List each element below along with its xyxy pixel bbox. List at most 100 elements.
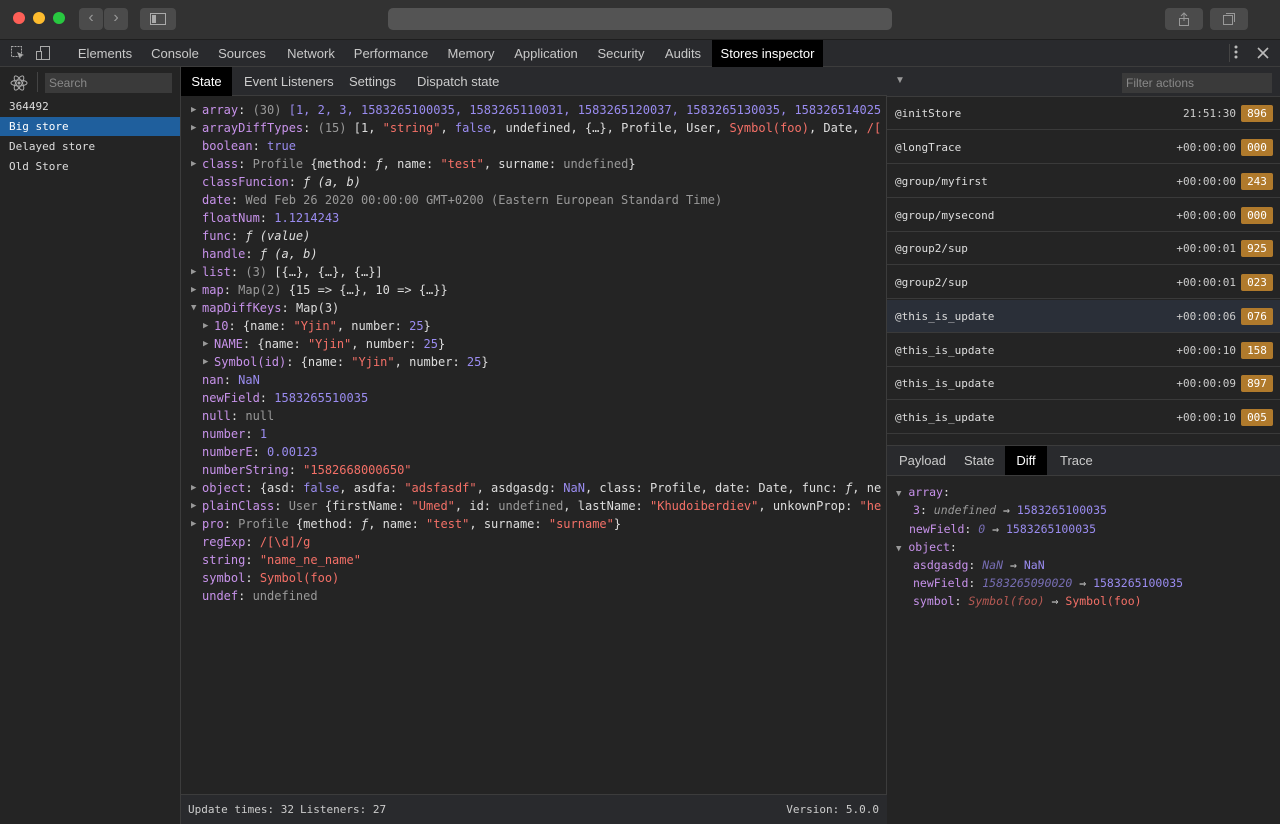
state-panel: State Event Listeners Settings Dispatch … bbox=[181, 67, 887, 824]
tree-row-regexp: regExp: /[\d]/g bbox=[202, 535, 311, 549]
tree-row-mapkey-name[interactable]: ▶ NAME: {name: "Yjin", number: 25} bbox=[203, 335, 445, 353]
tab-dispatch-state[interactable]: Dispatch state bbox=[417, 67, 499, 96]
expand-arrow-icon[interactable]: ▶ bbox=[191, 263, 199, 281]
filter-actions-input[interactable]: Filter actions bbox=[1122, 73, 1272, 93]
devtools-tab-memory[interactable]: Memory bbox=[438, 40, 504, 67]
store-item-big-store[interactable]: Big store bbox=[0, 117, 180, 136]
expand-arrow-icon[interactable]: ▶ bbox=[191, 119, 199, 137]
diff-row-object[interactable]: ▼ object: bbox=[896, 538, 957, 556]
tree-row-mapkey-10[interactable]: ▶ 10: {name: "Yjin", number: 25} bbox=[203, 317, 431, 335]
store-sidebar: Search 364492 Big store Delayed store Ol… bbox=[0, 67, 181, 824]
tree-row-plainclass[interactable]: ▶ plainClass: User {firstName: "Umed", i… bbox=[191, 497, 881, 515]
inspect-element-icon[interactable] bbox=[10, 45, 26, 64]
tree-row-arraydifftypes[interactable]: ▶ arrayDiffTypes: (15) [1, "string", fal… bbox=[191, 119, 881, 137]
devtools-tab-security[interactable]: Security bbox=[590, 40, 652, 67]
tree-row-null: null: null bbox=[202, 409, 275, 423]
tab-action-state[interactable]: State bbox=[964, 446, 994, 475]
tree-row-undef: undef: undefined bbox=[202, 589, 318, 603]
expand-arrow-icon[interactable]: ▶ bbox=[191, 479, 199, 497]
sidebar-toggle-icon[interactable] bbox=[140, 8, 176, 30]
devtools-tab-performance[interactable]: Performance bbox=[348, 40, 434, 67]
expand-arrow-icon[interactable]: ▶ bbox=[203, 335, 211, 353]
devtools-tab-network[interactable]: Network bbox=[276, 40, 346, 67]
more-options-icon[interactable] bbox=[1229, 44, 1245, 62]
update-times: Update times: 32 bbox=[188, 803, 294, 816]
action-item[interactable]: @group2/sup +00:00:01 023 bbox=[887, 266, 1280, 299]
diff-row-array[interactable]: ▼ array: bbox=[896, 483, 950, 501]
duration-badge: 158 bbox=[1241, 342, 1273, 359]
tree-row-nan: nan: NaN bbox=[202, 373, 260, 387]
tab-state[interactable]: State bbox=[181, 67, 232, 96]
share-icon[interactable] bbox=[1165, 8, 1203, 30]
tab-trace[interactable]: Trace bbox=[1060, 446, 1093, 475]
expand-arrow-icon[interactable]: ▶ bbox=[191, 155, 199, 173]
tree-row-class[interactable]: ▶ class: Profile {method: ƒ, name: "test… bbox=[191, 155, 881, 173]
tree-row-list[interactable]: ▶ list: (3) [{…}, {…}, {…}] bbox=[191, 263, 383, 281]
window-titlebar: ‹ › bbox=[0, 0, 1280, 40]
expand-arrow-icon[interactable]: ▶ bbox=[191, 101, 199, 119]
devtools-tab-console[interactable]: Console bbox=[142, 40, 208, 67]
tab-payload[interactable]: Payload bbox=[899, 446, 946, 475]
action-item[interactable]: @group2/sup +00:00:01 925 bbox=[887, 232, 1280, 265]
address-bar[interactable] bbox=[388, 8, 892, 30]
filter-funnel-icon[interactable]: ▼ bbox=[895, 75, 905, 86]
actions-filter-bar: ▼ Filter actions bbox=[887, 67, 1280, 97]
back-icon[interactable]: ‹ bbox=[79, 8, 103, 30]
devtools-tab-stores-inspector[interactable]: Stores inspector bbox=[712, 40, 823, 67]
device-toolbar-icon[interactable] bbox=[35, 45, 51, 64]
tab-event-listeners[interactable]: Event Listeners bbox=[244, 67, 334, 96]
tab-diff[interactable]: Diff bbox=[1005, 446, 1047, 475]
action-item[interactable]: @group/mysecond +00:00:00 000 bbox=[887, 199, 1280, 232]
tree-row-numberstring: numberString: "1582668000650" bbox=[202, 463, 412, 477]
expand-arrow-icon[interactable]: ▶ bbox=[191, 281, 199, 299]
action-item[interactable]: @group/myfirst +00:00:00 243 bbox=[887, 165, 1280, 198]
diff-row-object-newfield: newField: 1583265090020 ⇒ 1583265100035 bbox=[913, 576, 1184, 590]
collapse-arrow-icon[interactable]: ▼ bbox=[191, 299, 199, 317]
tree-row-object[interactable]: ▶ object: {asd: false, asdfa: "adsfasdf"… bbox=[191, 479, 881, 497]
tree-row-date: date: Wed Feb 26 2020 00:00:00 GMT+0200 … bbox=[202, 193, 723, 207]
collapse-arrow-icon[interactable]: ▼ bbox=[896, 489, 901, 499]
store-item-delayed-store[interactable]: Delayed store bbox=[0, 137, 180, 156]
devtools-tab-elements[interactable]: Elements bbox=[70, 40, 140, 67]
devtools-tab-audits[interactable]: Audits bbox=[656, 40, 710, 67]
close-devtools-icon[interactable] bbox=[1257, 47, 1269, 62]
tree-row-boolean: boolean: true bbox=[202, 139, 296, 153]
minimize-window-button[interactable] bbox=[33, 12, 45, 24]
diff-row-asdgasdg: asdgasdg: NaN ⇒ NaN bbox=[913, 558, 1045, 572]
action-item[interactable]: @this_is_update +00:00:10 005 bbox=[887, 401, 1280, 434]
tree-row-map[interactable]: ▶ map: Map(2) {15 => {…}, 10 => {…}} bbox=[191, 281, 448, 299]
tree-row-array[interactable]: ▶ array: (30) [1, 2, 3, 1583265100035, 1… bbox=[191, 101, 881, 119]
duration-badge: 897 bbox=[1241, 375, 1273, 392]
expand-arrow-icon[interactable]: ▶ bbox=[203, 353, 211, 371]
state-tabbar: State Event Listeners Settings Dispatch … bbox=[181, 67, 887, 96]
devtools-tab-sources[interactable]: Sources bbox=[210, 40, 274, 67]
devtools-tab-application[interactable]: Application bbox=[506, 40, 586, 67]
action-item-selected[interactable]: @this_is_update +00:00:06 076 bbox=[887, 300, 1280, 333]
store-search-input[interactable]: Search bbox=[45, 73, 172, 93]
action-item[interactable]: @initStore 21:51:30 896 bbox=[887, 97, 1280, 130]
action-item[interactable]: @this_is_update +00:00:10 158 bbox=[887, 334, 1280, 367]
tabs-overview-icon[interactable] bbox=[1210, 8, 1248, 30]
expand-arrow-icon[interactable]: ▶ bbox=[203, 317, 211, 335]
action-item[interactable]: @this_is_update +00:00:09 897 bbox=[887, 367, 1280, 400]
expand-arrow-icon[interactable]: ▶ bbox=[191, 497, 199, 515]
tree-row-mapdiffkeys[interactable]: ▼ mapDiffKeys: Map(3) bbox=[191, 299, 339, 317]
tree-row-mapkey-symbol[interactable]: ▶ Symbol(id): {name: "Yjin", number: 25} bbox=[203, 353, 489, 371]
tree-row-floatnum: floatNum: 1.1214243 bbox=[202, 211, 340, 225]
action-item[interactable]: @longTrace +00:00:00 000 bbox=[887, 131, 1280, 164]
zoom-window-button[interactable] bbox=[53, 12, 65, 24]
close-window-button[interactable] bbox=[13, 12, 25, 24]
devtools-tabbar: Elements Console Sources Network Perform… bbox=[0, 40, 1280, 67]
expand-arrow-icon[interactable]: ▶ bbox=[191, 515, 199, 533]
tab-settings[interactable]: Settings bbox=[349, 67, 396, 96]
store-item-364492[interactable]: 364492 bbox=[0, 97, 180, 116]
tree-row-symbol: symbol: Symbol(foo) bbox=[202, 571, 340, 585]
store-item-old-store[interactable]: Old Store bbox=[0, 157, 180, 176]
action-detail-tabbar: Payload State Diff Trace bbox=[887, 445, 1280, 476]
tree-row-pro[interactable]: ▶ pro: Profile {method: ƒ, name: "test",… bbox=[191, 515, 881, 533]
actions-panel: ▼ Filter actions @initStore 21:51:30 896… bbox=[887, 67, 1280, 824]
tree-row-classfuncion: classFuncion: ƒ (a, b) bbox=[202, 175, 361, 189]
duration-badge: 000 bbox=[1241, 207, 1273, 224]
forward-icon[interactable]: › bbox=[104, 8, 128, 30]
collapse-arrow-icon[interactable]: ▼ bbox=[896, 544, 901, 554]
